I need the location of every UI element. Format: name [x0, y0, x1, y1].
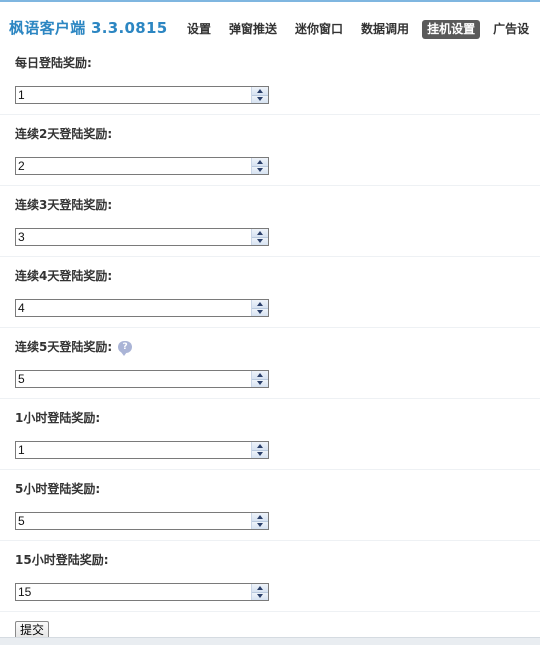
spin-buttons	[251, 442, 268, 458]
hour-5-reward-stepper	[15, 512, 269, 530]
increment-button[interactable]	[252, 158, 268, 166]
tab-mini-window[interactable]: 迷你窗口	[290, 20, 348, 39]
form-row: 连续3天登陆奖励:	[0, 186, 540, 257]
increment-button[interactable]	[252, 584, 268, 592]
field-label: 连续3天登陆奖励:	[15, 196, 112, 213]
help-bubble-icon[interactable]: ?	[118, 340, 133, 356]
hour-5-reward-label: 5小时登陆奖励:	[15, 482, 101, 496]
field-label: 1小时登陆奖励:	[15, 409, 100, 426]
streak-4-day-reward-input[interactable]	[16, 300, 251, 316]
daily-login-reward-stepper	[15, 86, 269, 104]
chevron-down-icon	[257, 594, 263, 599]
app-window: 枫语客户端 3.3.0815 设置 弹窗推送 迷你窗口 数据调用 挂机设置 广告…	[0, 0, 540, 645]
chevron-down-icon	[257, 381, 263, 386]
decrement-button[interactable]	[252, 307, 268, 316]
chevron-up-icon	[257, 372, 263, 377]
streak-4-day-reward-label: 连续4天登陆奖励:	[15, 269, 113, 283]
tab-settings[interactable]: 设置	[182, 20, 216, 39]
daily-login-reward-input[interactable]	[16, 87, 251, 103]
increment-button[interactable]	[252, 229, 268, 237]
form-row: 连续5天登陆奖励: ?	[0, 328, 540, 399]
hour-1-reward-stepper	[15, 441, 269, 459]
streak-5-day-reward-stepper	[15, 370, 269, 388]
streak-2-day-reward-input[interactable]	[16, 158, 251, 174]
spin-buttons	[251, 513, 268, 529]
daily-login-reward-label: 每日登陆奖励:	[15, 56, 92, 70]
header-bar: 枫语客户端 3.3.0815 设置 弹窗推送 迷你窗口 数据调用 挂机设置 广告…	[0, 0, 540, 44]
streak-3-day-reward-label: 连续3天登陆奖励:	[15, 198, 113, 212]
reward-settings-form: 每日登陆奖励: 连续2天登陆奖励: 连续3天登陆奖励:	[0, 44, 540, 612]
tab-data-call[interactable]: 数据调用	[356, 20, 414, 39]
decrement-button[interactable]	[252, 378, 268, 387]
chevron-down-icon	[257, 239, 263, 244]
field-label: 15小时登陆奖励:	[15, 551, 109, 568]
form-row: 每日登陆奖励:	[0, 44, 540, 115]
streak-2-day-reward-stepper	[15, 157, 269, 175]
spin-buttons	[251, 158, 268, 174]
streak-3-day-reward-input[interactable]	[16, 229, 251, 245]
increment-button[interactable]	[252, 300, 268, 308]
field-label: 每日登陆奖励:	[15, 54, 92, 71]
chevron-down-icon	[257, 168, 263, 173]
hour-15-reward-stepper	[15, 583, 269, 601]
increment-button[interactable]	[252, 513, 268, 521]
form-row: 5小时登陆奖励:	[0, 470, 540, 541]
hour-5-reward-input[interactable]	[16, 513, 251, 529]
field-label: 5小时登陆奖励:	[15, 480, 100, 497]
tab-popup-push[interactable]: 弹窗推送	[224, 20, 282, 39]
hour-15-reward-label: 15小时登陆奖励:	[15, 553, 109, 567]
spin-buttons	[251, 371, 268, 387]
decrement-button[interactable]	[252, 94, 268, 103]
spin-buttons	[251, 584, 268, 600]
chevron-down-icon	[257, 310, 263, 315]
hour-1-reward-label: 1小时登陆奖励:	[15, 411, 101, 425]
decrement-button[interactable]	[252, 591, 268, 600]
form-row: 连续2天登陆奖励:	[0, 115, 540, 186]
increment-button[interactable]	[252, 87, 268, 95]
streak-3-day-reward-stepper	[15, 228, 269, 246]
hour-1-reward-input[interactable]	[16, 442, 251, 458]
chevron-down-icon	[257, 523, 263, 528]
field-label: 连续2天登陆奖励:	[15, 125, 112, 142]
footer-strip	[0, 637, 540, 645]
chevron-up-icon	[257, 514, 263, 519]
streak-5-day-reward-input[interactable]	[16, 371, 251, 387]
decrement-button[interactable]	[252, 236, 268, 245]
chevron-up-icon	[257, 88, 263, 93]
streak-2-day-reward-label: 连续2天登陆奖励:	[15, 127, 113, 141]
decrement-button[interactable]	[252, 520, 268, 529]
spin-buttons	[251, 300, 268, 316]
chevron-down-icon	[257, 452, 263, 457]
chevron-up-icon	[257, 443, 263, 448]
streak-4-day-reward-stepper	[15, 299, 269, 317]
chevron-up-icon	[257, 301, 263, 306]
form-row: 连续4天登陆奖励:	[0, 257, 540, 328]
chevron-up-icon	[257, 585, 263, 590]
app-brand: 枫语客户端 3.3.0815	[9, 19, 168, 37]
hour-15-reward-input[interactable]	[16, 584, 251, 600]
tab-ad-settings[interactable]: 广告设	[488, 20, 534, 39]
chevron-down-icon	[257, 97, 263, 102]
streak-5-day-reward-label: 连续5天登陆奖励:	[15, 340, 113, 354]
form-row: 1小时登陆奖励:	[0, 399, 540, 470]
field-label: 连续5天登陆奖励: ?	[15, 338, 133, 356]
spin-buttons	[251, 229, 268, 245]
field-label: 连续4天登陆奖励:	[15, 267, 112, 284]
chevron-up-icon	[257, 159, 263, 164]
chevron-up-icon	[257, 230, 263, 235]
nav-tabs: 设置 弹窗推送 迷你窗口 数据调用 挂机设置 广告设	[182, 19, 540, 39]
form-row: 15小时登陆奖励:	[0, 541, 540, 612]
increment-button[interactable]	[252, 371, 268, 379]
tab-idle-settings[interactable]: 挂机设置	[422, 19, 481, 39]
spin-buttons	[251, 87, 268, 103]
decrement-button[interactable]	[252, 449, 268, 458]
decrement-button[interactable]	[252, 165, 268, 174]
increment-button[interactable]	[252, 442, 268, 450]
